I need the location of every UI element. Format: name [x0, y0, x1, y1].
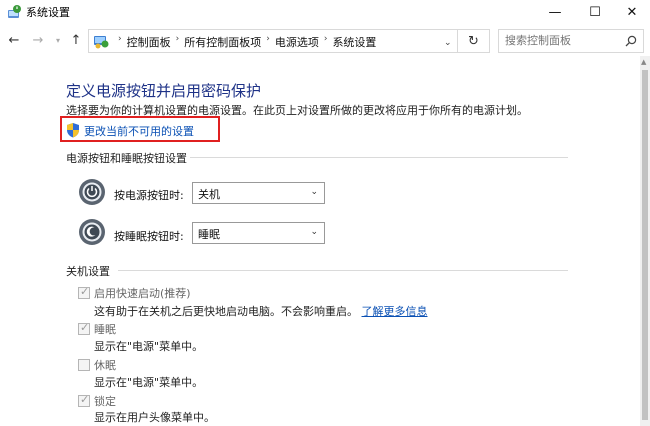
power-button-icon — [79, 179, 105, 205]
hibernate-description: 显示在"电源"菜单中。 — [94, 376, 204, 389]
breadcrumb-item-power-options[interactable]: 电源选项 — [275, 34, 319, 50]
power-options-app-icon — [8, 5, 21, 18]
vertical-scrollbar[interactable]: ▲ — [640, 56, 650, 426]
change-unavailable-settings-link[interactable]: 更改当前不可用的设置 — [84, 123, 194, 139]
select-value: 睡眠 — [198, 228, 220, 241]
scrollbar-thumb[interactable] — [642, 70, 648, 420]
fast-startup-description-text: 这有助于在关机之后更快地启动电脑。不会影响重启。 — [94, 305, 358, 318]
chevron-down-icon: ⌄ — [310, 187, 318, 197]
sleep-button-label: 按睡眠按钮时: — [114, 230, 184, 243]
hibernate-checkbox[interactable] — [78, 359, 90, 371]
minimize-button[interactable]: — — [536, 0, 574, 24]
navigation-bar: ← → ▾ ↑ › 控制面板 › 所有控制面板项 › 电源选项 › 系统设置 ⌄… — [0, 26, 650, 56]
scroll-up-arrow-icon[interactable]: ▲ — [641, 58, 646, 66]
breadcrumb-separator-icon: › — [118, 34, 122, 44]
power-button-label: 按电源按钮时: — [114, 189, 184, 202]
lock-checkbox[interactable]: ✓ — [78, 393, 90, 407]
search-input[interactable] — [505, 34, 615, 47]
title-bar: 系统设置 — ☐ ✕ — [0, 0, 650, 24]
breadcrumb-separator-icon[interactable]: › — [324, 34, 328, 50]
maximize-button[interactable]: ☐ — [576, 0, 614, 24]
fast-startup-label: 启用快速启动(推荐) — [94, 287, 191, 300]
lock-label: 锁定 — [94, 395, 116, 408]
checkmark-icon: ✓ — [80, 285, 90, 298]
learn-more-link[interactable]: 了解更多信息 — [362, 305, 428, 318]
hibernate-label: 休眠 — [94, 359, 116, 372]
search-icon[interactable] — [625, 35, 637, 47]
close-button[interactable]: ✕ — [613, 0, 650, 24]
lock-description: 显示在用户头像菜单中。 — [94, 411, 215, 424]
sleep-button-action-select[interactable]: 睡眠 ⌄ — [192, 222, 325, 244]
section-heading-shutdown: 关机设置 — [66, 265, 110, 278]
up-button[interactable]: ↑ — [68, 32, 84, 48]
address-bar[interactable]: › 控制面板 › 所有控制面板项 › 电源选项 › 系统设置 ⌄ — [88, 29, 458, 53]
breadcrumb: › 控制面板 › 所有控制面板项 › 电源选项 › 系统设置 — [113, 34, 376, 50]
window-title: 系统设置 — [26, 6, 70, 19]
breadcrumb-item-control-panel[interactable]: 控制面板 — [127, 34, 171, 50]
breadcrumb-item-system-settings[interactable]: 系统设置 — [332, 34, 376, 50]
search-box[interactable] — [498, 29, 644, 53]
uac-shield-icon — [67, 123, 79, 138]
checkmark-icon: ✓ — [80, 393, 90, 406]
section-heading-buttons: 电源按钮和睡眠按钮设置 — [66, 152, 187, 165]
checkmark-icon: ✓ — [80, 321, 90, 334]
refresh-button[interactable]: ↻ — [458, 29, 490, 53]
page-title: 定义电源按钮并启用密码保护 — [66, 82, 262, 100]
back-button[interactable]: ← — [6, 32, 22, 48]
main-content: 定义电源按钮并启用密码保护 选择要为你的计算机设置的电源设置。在此页上对设置所做… — [0, 56, 640, 426]
sleep-button-icon — [79, 219, 105, 245]
fast-startup-description: 这有助于在关机之后更快地启动电脑。不会影响重启。 了解更多信息 — [94, 303, 428, 319]
section-divider — [190, 157, 568, 158]
breadcrumb-separator-icon[interactable]: › — [266, 34, 270, 50]
sleep-description: 显示在"电源"菜单中。 — [94, 340, 204, 353]
control-panel-icon — [94, 36, 109, 49]
select-value: 关机 — [198, 188, 220, 201]
sleep-checkbox[interactable]: ✓ — [78, 321, 90, 335]
recent-locations-button[interactable]: ▾ — [50, 32, 66, 48]
section-divider — [118, 270, 568, 271]
fast-startup-checkbox[interactable]: ✓ — [78, 285, 90, 299]
breadcrumb-item-all-items[interactable]: 所有控制面板项 — [184, 34, 261, 50]
address-dropdown-icon[interactable]: ⌄ — [444, 38, 452, 48]
sleep-label: 睡眠 — [94, 323, 116, 336]
forward-button[interactable]: → — [30, 32, 46, 48]
power-button-action-select[interactable]: 关机 ⌄ — [192, 182, 325, 204]
chevron-down-icon: ⌄ — [310, 227, 318, 237]
breadcrumb-separator-icon[interactable]: › — [176, 34, 180, 50]
